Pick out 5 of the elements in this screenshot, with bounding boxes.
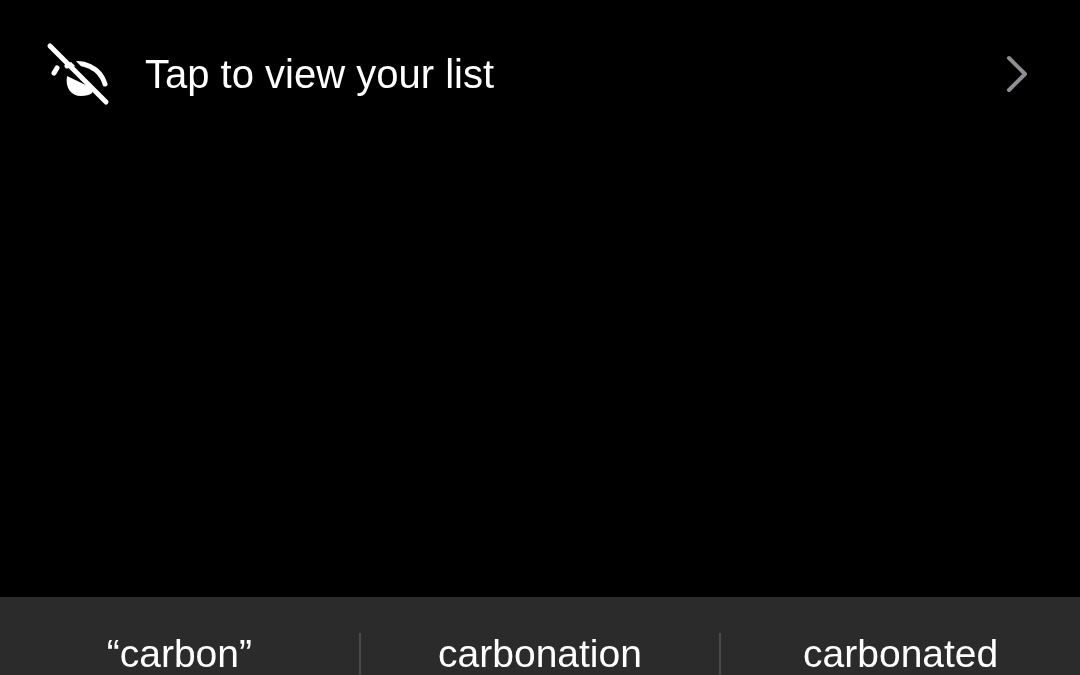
suggestion-button[interactable]: carbonated [721,633,1080,675]
list-row[interactable]: Tap to view your list [0,0,1080,148]
suggestion-button[interactable]: “carbon” [0,633,359,675]
chevron-icon [1006,55,1028,93]
suggestion-button[interactable]: carbonation [360,633,720,675]
